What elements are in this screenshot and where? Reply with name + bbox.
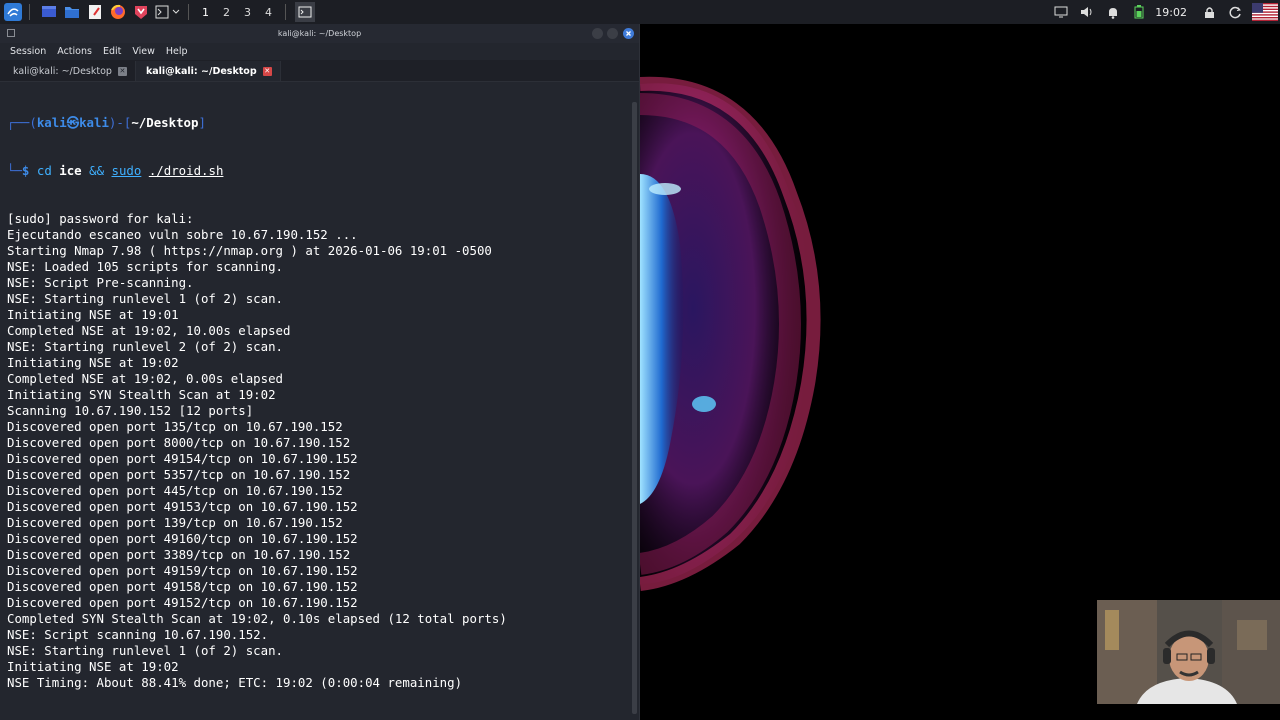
menu-actions[interactable]: Actions bbox=[57, 46, 92, 57]
output-line: Discovered open port 49159/tcp on 10.67.… bbox=[7, 563, 358, 578]
output-line: Discovered open port 49160/tcp on 10.67.… bbox=[7, 531, 358, 546]
menu-view[interactable]: View bbox=[132, 46, 155, 57]
output-line: Discovered open port 135/tcp on 10.67.19… bbox=[7, 419, 343, 434]
workspace-1[interactable]: 1 bbox=[195, 6, 216, 19]
top-panel: 1 2 3 4 19:02 bbox=[0, 0, 1280, 24]
output-line: Discovered open port 8000/tcp on 10.67.1… bbox=[7, 435, 351, 450]
tab-bar: kali@kali: ~/Desktop ✕ kali@kali: ~/Desk… bbox=[0, 60, 639, 82]
menu-bar: Session Actions Edit View Help bbox=[0, 43, 639, 60]
burp-icon[interactable] bbox=[131, 2, 151, 22]
output-line: [sudo] password for kali: bbox=[7, 211, 194, 226]
output-line: Initiating NSE at 19:02 bbox=[7, 659, 179, 674]
kali-menu-icon[interactable] bbox=[3, 2, 23, 22]
panel-separator bbox=[285, 4, 286, 20]
terminal-dropdown-icon[interactable] bbox=[154, 2, 182, 22]
output-line: Ejecutando escaneo vuln sobre 10.67.190.… bbox=[7, 227, 358, 242]
close-button[interactable] bbox=[623, 28, 634, 39]
output-line: Discovered open port 49158/tcp on 10.67.… bbox=[7, 579, 358, 594]
menu-session[interactable]: Session bbox=[10, 46, 46, 57]
workspace-4[interactable]: 4 bbox=[258, 6, 279, 19]
output-line: NSE: Loaded 105 scripts for scanning. bbox=[7, 259, 284, 274]
scrollbar[interactable] bbox=[632, 102, 637, 714]
prompt-frame: )-[ bbox=[108, 115, 132, 130]
close-icon bbox=[626, 31, 631, 36]
terminal-output[interactable]: ┌──(kali㉿kali)-[~/Desktop] └─$ cd ice &&… bbox=[7, 83, 627, 720]
tab-close-icon[interactable]: ✕ bbox=[262, 66, 272, 76]
tab-label: kali@kali: ~/Desktop bbox=[145, 65, 257, 77]
output-line: Discovered open port 49153/tcp on 10.67.… bbox=[7, 499, 358, 514]
output-line: Completed SYN Stealth Scan at 19:02, 0.1… bbox=[7, 611, 507, 626]
show-desktop-icon[interactable] bbox=[39, 2, 59, 22]
output-line: NSE: Starting runlevel 1 (of 2) scan. bbox=[7, 643, 284, 658]
command-arg: ice bbox=[59, 163, 82, 178]
output-line: NSE: Starting runlevel 2 (of 2) scan. bbox=[7, 339, 284, 354]
tab-close-icon[interactable]: ✕ bbox=[117, 66, 127, 76]
output-line: Discovered open port 49152/tcp on 10.67.… bbox=[7, 595, 358, 610]
power-refresh-icon[interactable] bbox=[1225, 2, 1245, 22]
display-icon[interactable] bbox=[1051, 2, 1071, 22]
webcam-person-image bbox=[1097, 600, 1280, 704]
lock-icon[interactable] bbox=[1199, 2, 1219, 22]
output-line: Initiating NSE at 19:02 bbox=[7, 355, 179, 370]
prompt-frame: ┌──( bbox=[7, 115, 37, 130]
firefox-icon[interactable] bbox=[108, 2, 128, 22]
prompt-frame: └─ bbox=[7, 163, 22, 178]
command-operator: && bbox=[89, 163, 105, 178]
output-line: NSE: Starting runlevel 1 (of 2) scan. bbox=[7, 291, 284, 306]
prompt-line-1: ┌──(kali㉿kali)-[~/Desktop] bbox=[7, 115, 627, 131]
output-line: Discovered open port 139/tcp on 10.67.19… bbox=[7, 515, 343, 530]
output-line: Discovered open port 5357/tcp on 10.67.1… bbox=[7, 467, 351, 482]
output-line: Completed NSE at 19:02, 0.00s elapsed bbox=[7, 371, 284, 386]
tab-label: kali@kali: ~/Desktop bbox=[13, 65, 112, 77]
tab-terminal-2[interactable]: kali@kali: ~/Desktop ✕ bbox=[135, 61, 281, 81]
prompt-dollar: $ bbox=[21, 163, 30, 178]
file-manager-icon[interactable] bbox=[62, 2, 82, 22]
notification-bell-icon[interactable] bbox=[1103, 2, 1123, 22]
output-line: Discovered open port 3389/tcp on 10.67.1… bbox=[7, 547, 351, 562]
text-editor-icon[interactable] bbox=[85, 2, 105, 22]
output-line: Initiating NSE at 19:01 bbox=[7, 307, 179, 322]
output-line: NSE: Script scanning 10.67.190.152. bbox=[7, 627, 269, 642]
menu-help[interactable]: Help bbox=[166, 46, 188, 57]
panel-clock[interactable]: 19:02 bbox=[1155, 6, 1187, 19]
maximize-button[interactable] bbox=[607, 28, 618, 39]
output-line: Starting Nmap 7.98 ( https://nmap.org ) … bbox=[7, 243, 492, 258]
window-titlebar[interactable]: kali@kali: ~/Desktop bbox=[0, 24, 639, 43]
minimize-button[interactable] bbox=[592, 28, 603, 39]
command-name: cd bbox=[36, 163, 52, 178]
webcam-overlay bbox=[1097, 600, 1280, 704]
menu-edit[interactable]: Edit bbox=[103, 46, 121, 57]
output-line: Discovered open port 445/tcp on 10.67.19… bbox=[7, 483, 343, 498]
output-line: NSE Timing: About 88.41% done; ETC: 19:0… bbox=[7, 675, 463, 690]
volume-icon[interactable] bbox=[1077, 2, 1097, 22]
prompt-frame: ] bbox=[198, 115, 206, 130]
panel-separator bbox=[188, 4, 189, 20]
workspace-2[interactable]: 2 bbox=[216, 6, 237, 19]
workspace-3[interactable]: 3 bbox=[237, 6, 258, 19]
output-line: Scanning 10.67.190.152 [12 ports] bbox=[7, 403, 254, 418]
output-line: Initiating SYN Stealth Scan at 19:02 bbox=[7, 387, 276, 402]
us-flag-icon[interactable] bbox=[1251, 2, 1279, 22]
prompt-user: kali bbox=[36, 115, 67, 130]
window-title: kali@kali: ~/Desktop bbox=[277, 29, 362, 38]
prompt-line-2: └─$ cd ice && sudo ./droid.sh bbox=[7, 163, 627, 179]
panel-separator bbox=[29, 4, 30, 20]
command-sudo: sudo bbox=[111, 163, 142, 178]
terminal-task-icon[interactable] bbox=[295, 2, 315, 22]
prompt-host: kali bbox=[79, 115, 109, 130]
command-script: ./droid.sh bbox=[148, 163, 224, 178]
prompt-at-symbol: ㉿ bbox=[66, 115, 80, 130]
output-lines: [sudo] password for kali: Ejecutando esca… bbox=[7, 211, 627, 691]
prompt-directory: ~/Desktop bbox=[131, 115, 199, 130]
tab-terminal-1[interactable]: kali@kali: ~/Desktop ✕ bbox=[3, 61, 136, 81]
output-line: Discovered open port 49154/tcp on 10.67.… bbox=[7, 451, 358, 466]
output-line: Completed NSE at 19:02, 10.00s elapsed bbox=[7, 323, 291, 338]
battery-icon[interactable] bbox=[1129, 2, 1149, 22]
output-line: NSE: Script Pre-scanning. bbox=[7, 275, 194, 290]
